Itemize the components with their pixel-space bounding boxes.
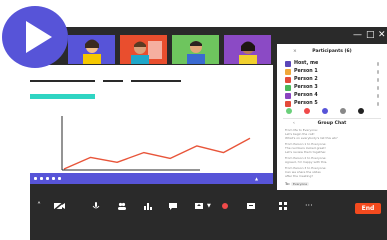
- participant-row[interactable]: Person 4: [285, 93, 385, 100]
- taskbar-icon: [40, 177, 43, 180]
- chat-icon[interactable]: [168, 201, 178, 211]
- reaction-icon[interactable]: [304, 108, 310, 114]
- person-avatar-icon: [172, 35, 219, 64]
- taskbar-tray-icon: ▲: [255, 176, 259, 181]
- taskbar-icon: [34, 177, 37, 180]
- play-button[interactable]: [2, 6, 68, 68]
- to-label: To:: [285, 182, 290, 186]
- participant-row[interactable]: Person 2: [285, 77, 385, 84]
- chat-message: after the meeting?: [285, 174, 313, 178]
- person-avatar-icon: [68, 35, 115, 64]
- record-icon[interactable]: [220, 201, 230, 211]
- avatar: [285, 101, 291, 107]
- end-call-button[interactable]: End: [355, 203, 381, 214]
- participant-name: Person 4: [294, 93, 318, 98]
- taskbar-icon: [52, 177, 55, 180]
- mic-icon[interactable]: [377, 62, 379, 66]
- recipient-select[interactable]: Everyone: [291, 182, 310, 186]
- more-options-icon[interactable]: ···: [305, 201, 313, 211]
- participants-title: Participants (6): [312, 49, 352, 54]
- text-placeholder-bar: [103, 80, 123, 82]
- person-avatar-icon: [120, 35, 167, 64]
- chat-recipient-row[interactable]: To: Everyone: [285, 182, 310, 186]
- highlight-bar: [30, 94, 95, 99]
- avatar: [285, 85, 291, 91]
- avatar: [285, 69, 291, 75]
- avatar: [285, 93, 291, 99]
- chevron-down-icon[interactable]: ▼: [207, 201, 211, 211]
- mic-icon[interactable]: [377, 78, 379, 82]
- minimize-icon[interactable]: —: [353, 30, 362, 40]
- panel-divider: [283, 118, 381, 119]
- chart-series-line: [63, 137, 251, 170]
- taskbar-icon: [46, 177, 49, 180]
- taskbar-icon: [58, 177, 61, 180]
- shared-taskbar: ▲: [30, 173, 273, 184]
- layout-grid-icon[interactable]: [278, 201, 288, 211]
- participant-name: Person 5: [294, 101, 318, 106]
- participant-row[interactable]: Host, me: [285, 61, 385, 68]
- video-tile-2[interactable]: [120, 35, 167, 64]
- stats-icon[interactable]: [143, 201, 153, 211]
- reaction-icon[interactable]: [340, 108, 346, 114]
- chat-message: Agreed, I'm happy with this.: [285, 160, 328, 164]
- reaction-icon[interactable]: [322, 108, 328, 114]
- chat-message: Let's review them together.: [285, 150, 327, 154]
- participant-name: Host, me: [294, 61, 319, 66]
- participant-name: Person 1: [294, 69, 318, 74]
- participant-row[interactable]: Person 1: [285, 69, 385, 76]
- video-tile-3[interactable]: [172, 35, 219, 64]
- avatar: [285, 77, 291, 83]
- mic-icon[interactable]: [377, 94, 379, 98]
- participants-panel: × Participants (6) Host, me Person 1 Per…: [277, 44, 387, 190]
- avatar: [285, 61, 291, 67]
- participant-row[interactable]: Person 3: [285, 85, 385, 92]
- screenshot-stage: — □ ✕ ▲ × Participants (6) Host, me Pers…: [0, 0, 387, 240]
- close-window-icon[interactable]: ✕: [378, 30, 386, 40]
- chat-message: What's on everybody's list this wk?: [285, 136, 338, 140]
- video-tile-1[interactable]: [68, 35, 115, 64]
- mic-icon[interactable]: [92, 201, 100, 211]
- participant-name: Person 3: [294, 85, 318, 90]
- mic-icon[interactable]: [377, 86, 379, 90]
- chevron-up-icon[interactable]: ˄: [37, 201, 41, 211]
- play-icon: [26, 21, 52, 53]
- reaction-icon[interactable]: [358, 108, 364, 114]
- text-placeholder-bar: [131, 80, 181, 82]
- captions-icon[interactable]: [246, 201, 256, 211]
- participant-name: Person 2: [294, 77, 318, 82]
- text-placeholder-bar: [30, 80, 95, 82]
- share-screen-icon[interactable]: [194, 201, 204, 211]
- maximize-icon[interactable]: □: [366, 30, 375, 40]
- participant-row[interactable]: Person 5: [285, 101, 385, 108]
- shared-screen-canvas: [30, 80, 251, 171]
- mic-icon[interactable]: [377, 102, 379, 106]
- reaction-icon[interactable]: [286, 108, 292, 114]
- mic-icon[interactable]: [377, 70, 379, 74]
- participants-icon[interactable]: [117, 201, 127, 211]
- video-tile-4[interactable]: [224, 35, 271, 64]
- chat-title: Group Chat: [317, 121, 347, 126]
- person-avatar-icon: [224, 35, 271, 64]
- camera-off-icon[interactable]: [53, 201, 66, 211]
- shared-screen: ▲: [30, 65, 273, 184]
